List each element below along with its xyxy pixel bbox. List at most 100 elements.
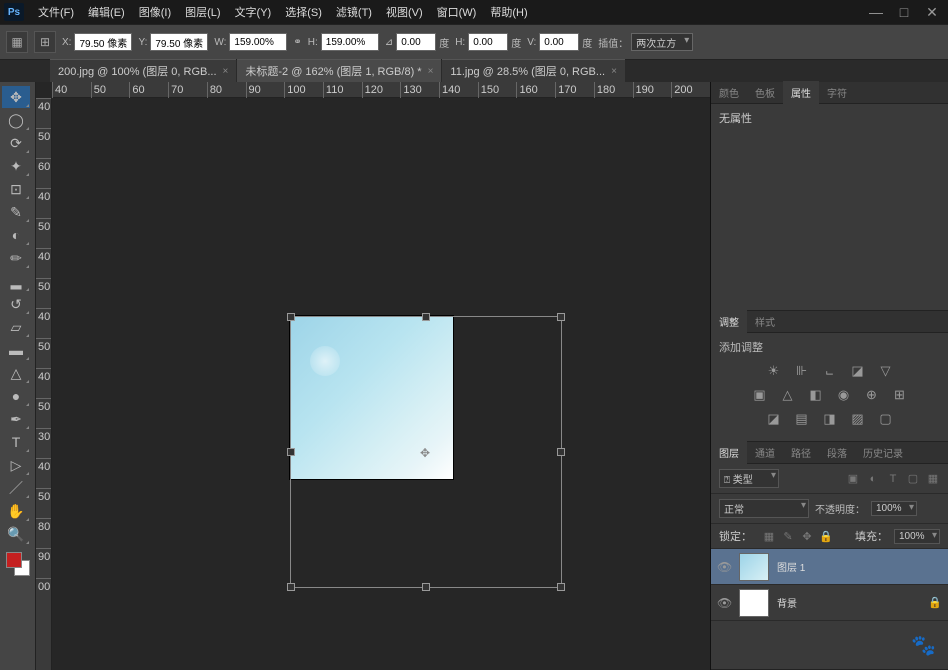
lasso-tool[interactable]: ⟳ [2,132,30,154]
transform-handle[interactable] [422,313,430,321]
vibrance-icon[interactable]: ▽ [877,363,895,379]
blur-tool[interactable]: △ [2,362,30,384]
dodge-tool[interactable]: ● [2,385,30,407]
menu-filter[interactable]: 滤镜(T) [330,1,378,23]
marquee-tool[interactable]: ◯ [2,109,30,131]
tab-paths[interactable]: 路径 [783,441,819,464]
close-tab-icon[interactable]: × [611,66,617,77]
transform-handle[interactable] [557,583,565,591]
history-brush-tool[interactable]: ↺ [2,293,30,315]
threshold-icon[interactable]: ◨ [821,411,839,427]
filter-shape-icon[interactable]: ▢ [906,472,920,486]
w-input[interactable] [229,33,287,51]
shape-tool[interactable]: ／ [2,477,30,499]
path-select-tool[interactable]: ▷ [2,454,30,476]
menu-edit[interactable]: 编辑(E) [82,1,131,23]
fill-input[interactable]: 100% [894,529,940,544]
tab-adjustments[interactable]: 调整 [711,310,747,333]
skew-h-input[interactable] [468,33,508,51]
lock-position-icon[interactable]: ✥ [800,529,814,543]
tab-styles[interactable]: 样式 [747,310,783,333]
filter-smart-icon[interactable]: ▦ [926,472,940,486]
transform-bounding-box[interactable]: ✥ [290,316,562,588]
layer-name[interactable]: 背景 [777,595,920,610]
document-tab[interactable]: 未标题-2 @ 162% (图层 1, RGB/8) *× [237,59,441,82]
tab-layers[interactable]: 图层 [711,441,747,464]
magic-wand-tool[interactable]: ✦ [2,155,30,177]
layer-row[interactable]: 👁 背景 🔒 [711,585,948,621]
bw-icon[interactable]: ◧ [807,387,825,403]
lock-all-icon[interactable]: 🔒 [819,529,833,543]
pen-tool[interactable]: ✒ [2,408,30,430]
layer-row[interactable]: 👁 图层 1 [711,549,948,585]
skew-v-input[interactable] [539,33,579,51]
brightness-icon[interactable]: ☀ [765,363,783,379]
menu-file[interactable]: 文件(F) [32,1,80,23]
gradient-tool[interactable]: ▬ [2,339,30,361]
move-tool[interactable]: ✥ [2,86,30,108]
photo-filter-icon[interactable]: ◉ [835,387,853,403]
layer-thumbnail[interactable] [739,553,769,581]
document-tab[interactable]: 200.jpg @ 100% (图层 0, RGB...× [50,59,236,82]
filter-type-icon[interactable]: T [886,472,900,486]
hand-tool[interactable]: ✋ [2,500,30,522]
posterize-icon[interactable]: ▤ [793,411,811,427]
filter-adjustment-icon[interactable]: ◐ [866,472,880,486]
document-tab[interactable]: 11.jpg @ 28.5% (图层 0, RGB...× [442,59,624,82]
menu-window[interactable]: 窗口(W) [431,1,483,23]
eraser-tool[interactable]: ▱ [2,316,30,338]
healing-brush-tool[interactable]: ◐ [2,224,30,246]
menu-layer[interactable]: 图层(L) [179,1,226,23]
transform-handle[interactable] [287,448,295,456]
menu-view[interactable]: 视图(V) [380,1,429,23]
hsl-icon[interactable]: ▣ [751,387,769,403]
lock-pixels-icon[interactable]: ✎ [781,529,795,543]
transform-handle[interactable] [557,448,565,456]
angle-input[interactable] [396,33,436,51]
x-input[interactable] [74,33,132,51]
text-tool[interactable]: T [2,431,30,453]
tab-properties[interactable]: 属性 [783,81,819,104]
color-swatch[interactable] [6,552,30,576]
visibility-toggle-icon[interactable]: 👁 [717,560,731,574]
transform-handle[interactable] [422,583,430,591]
crop-tool[interactable]: ⊡ [2,178,30,200]
zoom-tool[interactable]: 🔍 [2,523,30,545]
channel-mixer-icon[interactable]: ⊕ [863,387,881,403]
transform-handle[interactable] [557,313,565,321]
reference-point-icon[interactable]: ⊞ [34,31,56,53]
tab-character[interactable]: 字符 [819,81,855,104]
filter-pixel-icon[interactable]: ▣ [846,472,860,486]
foreground-color[interactable] [6,552,22,568]
transform-handle[interactable] [287,583,295,591]
close-button[interactable]: ✕ [920,4,944,20]
minimize-button[interactable]: — [864,4,888,20]
close-tab-icon[interactable]: × [428,66,434,77]
stamp-tool[interactable]: ▂ [2,270,30,292]
menu-type[interactable]: 文字(Y) [229,1,278,23]
canvas[interactable]: ✥ [52,98,710,670]
filter-kind-select[interactable]: ⍰ 类型 [719,469,779,488]
transform-center[interactable]: ✥ [420,446,430,460]
layer-thumbnail[interactable] [739,589,769,617]
menu-help[interactable]: 帮助(H) [484,1,533,23]
transform-tool-icon[interactable]: ▦ [6,31,28,53]
visibility-toggle-icon[interactable]: 👁 [717,596,731,610]
tab-paragraphs[interactable]: 段落 [819,441,855,464]
invert-icon[interactable]: ◪ [765,411,783,427]
h-input[interactable] [321,33,379,51]
tab-swatches[interactable]: 色板 [747,81,783,104]
blend-mode-select[interactable]: 正常 [719,499,809,518]
tab-channels[interactable]: 通道 [747,441,783,464]
menu-image[interactable]: 图像(I) [133,1,177,23]
transform-handle[interactable] [287,313,295,321]
layer-name[interactable]: 图层 1 [777,559,942,574]
selective-color-icon[interactable]: ▢ [877,411,895,427]
tab-history[interactable]: 历史记录 [855,441,911,464]
gradient-map-icon[interactable]: ▨ [849,411,867,427]
levels-icon[interactable]: ⊪ [793,363,811,379]
lock-transparency-icon[interactable]: ▦ [762,529,776,543]
interp-select[interactable]: 两次立方 [631,33,693,51]
y-input[interactable] [150,33,208,51]
curves-icon[interactable]: ⨽ [821,363,839,379]
